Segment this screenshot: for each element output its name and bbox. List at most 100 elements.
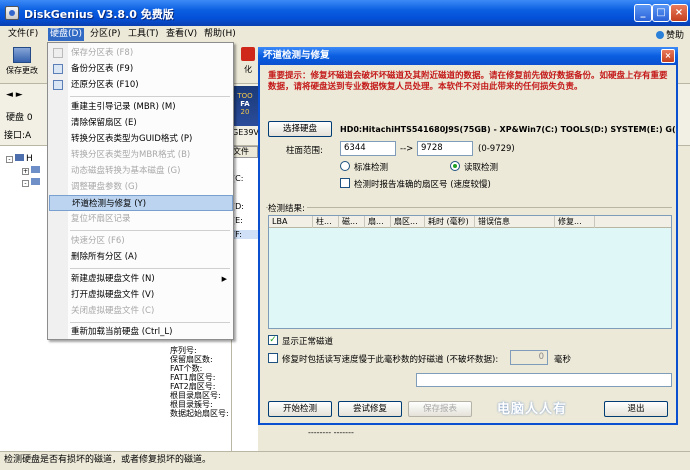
sponsor-label: 赞助 [665, 31, 684, 41]
info-label: 根目录扇区号: [170, 391, 221, 400]
select-disk-button[interactable]: 选择硬盘 [268, 121, 332, 137]
menu-item-label: 备份分区表 (F9) [71, 64, 134, 74]
try-repair-button[interactable]: 尝试修复 [338, 401, 402, 417]
menu-item-label: 重新加载当前硬盘 (Ctrl_L) [71, 327, 173, 337]
menu-item-convert-to-guid[interactable]: 转换分区表类型为GUID格式 (P) [49, 131, 233, 147]
tree-child[interactable]: - [22, 178, 42, 188]
menu-item-open-virtual-disk[interactable]: 打开虚拟硬盘文件 (V) [49, 287, 233, 303]
save-changes-button[interactable]: 保存更改 [2, 44, 42, 82]
col-error-info[interactable]: 错误信息 [475, 216, 555, 228]
menu-item-close-virtual-disk[interactable]: 关闭虚拟硬盘文件 (C) [49, 303, 233, 319]
format-tool-button[interactable]: 化 [236, 44, 260, 82]
dialog-title: 坏道检测与修复 [263, 50, 330, 61]
disk-nav-arrows[interactable]: ◄ ► [6, 90, 23, 100]
menu-item-adjust-disk-params[interactable]: 调整硬盘参数 (G) [49, 179, 233, 195]
standard-check-radio[interactable] [340, 161, 350, 171]
menu-disk[interactable]: 硬盘(D) [48, 28, 84, 41]
results-table[interactable]: LBA 柱... 磁... 扇... 扇区... 耗时 (毫秒) 错误信息 修复… [268, 215, 672, 329]
menu-item-label: 快速分区 (F6) [71, 236, 125, 246]
menu-item-label: 坏道检测与修复 (Y) [72, 199, 147, 209]
menu-item-dynamic-to-basic[interactable]: 动态磁盘转换为基本磁盘 (G) [49, 163, 233, 179]
col-sector-count[interactable]: 扇区... [391, 216, 425, 228]
minimize-button[interactable]: _ [634, 4, 652, 22]
tree-root[interactable]: -H [6, 154, 33, 164]
menu-item-bad-sector-check[interactable]: 坏道检测与修复 (Y) [49, 195, 233, 211]
main-titlebar[interactable]: DiskGenius V3.8.0 免费版 _ □ × [0, 0, 690, 26]
show-normal-checkbox[interactable]: ✓ [268, 335, 278, 345]
menu-item-label: 重建主引导记录 (MBR) (M) [71, 102, 176, 112]
show-normal-label: 显示正常磁道 [282, 337, 334, 347]
menu-item-label: 关闭虚拟硬盘文件 (C) [71, 306, 155, 316]
menu-help[interactable]: 帮助(H) [202, 28, 238, 41]
col-lba[interactable]: LBA [269, 216, 313, 228]
dialog-close-button[interactable]: × [661, 49, 675, 63]
menu-item-label: 打开虚拟硬盘文件 (V) [71, 290, 155, 300]
save-icon [53, 48, 63, 58]
menu-item-backup-partition-table[interactable]: 备份分区表 (F9) [49, 61, 233, 77]
tree-child[interactable]: + [22, 166, 42, 176]
menu-view[interactable]: 查看(V) [164, 28, 199, 41]
tree-root-label: H [26, 154, 33, 164]
submenu-arrow-icon: ▶ [221, 275, 227, 283]
menu-item-new-virtual-disk[interactable]: 新建虚拟硬盘文件 (N) ▶ [49, 271, 233, 287]
info-icon [655, 31, 664, 39]
menu-item-rebuild-mbr[interactable]: 重建主引导记录 (MBR) (M) [49, 99, 233, 115]
report-sector-label: 检测时报告准确的扇区号 (速度较慢) [354, 180, 491, 190]
partition-info: 序列号: 保留扇区数: FAT个数: FAT1扇区号: FAT2扇区号: 根目录… [170, 346, 260, 418]
menu-item-label: 动态磁盘转换为基本磁盘 (G) [71, 166, 181, 176]
menu-item-restore-partition-table[interactable]: 还原分区表 (F10) [49, 77, 233, 93]
ad-banner[interactable]: TOO FA 20 [232, 86, 258, 126]
partition-cell[interactable]: (F: [232, 230, 258, 239]
partition-icon [31, 178, 40, 185]
partition-cell[interactable]: (D: [232, 202, 258, 211]
results-label: 检测结果: [268, 202, 307, 214]
save-report-button[interactable]: 保存报表 [408, 401, 472, 417]
cylinder-from-input[interactable]: 6344 [340, 141, 396, 156]
sponsor-button[interactable]: 赞助 [655, 28, 684, 41]
start-check-button[interactable]: 开始检测 [268, 401, 332, 417]
menu-item-save-partition-table[interactable]: 保存分区表 (F8) [49, 45, 233, 61]
menu-item-reload-disk[interactable]: 重新加载当前硬盘 (Ctrl_L) [49, 324, 233, 340]
partition-cell[interactable]: (E: [232, 216, 258, 225]
col-time-ms[interactable]: 耗时 (毫秒) [425, 216, 475, 228]
report-sector-checkbox[interactable] [340, 178, 350, 188]
slow-ms-input[interactable]: 0 [510, 350, 548, 365]
read-check-radio[interactable] [450, 161, 460, 171]
menu-separator [70, 230, 230, 231]
info-label: 根目录簇号: [170, 400, 213, 409]
close-button[interactable]: × [670, 4, 688, 22]
menu-item-label: 复位坏扇区记录 [71, 214, 131, 224]
menu-item-label: 新建虚拟硬盘文件 (N) [71, 274, 155, 284]
menu-tools[interactable]: 工具(T) [126, 28, 161, 41]
menu-item-convert-to-mbr[interactable]: 转换分区表类型为MBR格式 (B) [49, 147, 233, 163]
menu-item-quick-partition[interactable]: 快速分区 (F6) [49, 233, 233, 249]
cylinder-to-input[interactable]: 9728 [417, 141, 473, 156]
dialog-titlebar[interactable]: 坏道检测与修复 [258, 47, 678, 65]
col-cylinder[interactable]: 柱... [313, 216, 339, 228]
harddisk-icon [15, 154, 24, 161]
range-hint: (0-9729) [478, 144, 515, 154]
partition-icon [31, 166, 40, 173]
app-icon [5, 6, 19, 20]
menu-item-delete-all-partitions[interactable]: 删除所有分区 (A) [49, 249, 233, 265]
col-head[interactable]: 磁... [339, 216, 365, 228]
menu-file[interactable]: 文件(F) [6, 28, 40, 41]
menubar: 文件(F) 硬盘(D) 分区(P) 工具(T) 查看(V) 帮助(H) 赞助 [0, 26, 690, 42]
format-icon [241, 47, 255, 61]
menu-item-label: 清除保留扇区 (E) [71, 118, 137, 128]
restore-icon [53, 80, 63, 90]
port-label: 接口:A [4, 131, 32, 141]
window-title: DiskGenius V3.8.0 免费版 [24, 8, 174, 21]
menu-item-clear-reserved-sectors[interactable]: 清除保留扇区 (E) [49, 115, 233, 131]
col-sector[interactable]: 扇... [365, 216, 391, 228]
partition-cell[interactable]: (C: [232, 174, 258, 183]
tab-files[interactable]: 文件 [232, 146, 258, 158]
maximize-button[interactable]: □ [652, 4, 670, 22]
repair-slow-checkbox[interactable] [268, 353, 278, 363]
col-repair[interactable]: 修复... [555, 216, 595, 228]
menu-partition[interactable]: 分区(P) [88, 28, 122, 41]
disk-info-text: HD0:HitachiHTS541680J9S(75GB) - XP&Win7(… [340, 125, 676, 134]
menu-item-reset-bad-sector-record[interactable]: 复位坏扇区记录 [49, 211, 233, 227]
menu-item-label: 转换分区表类型为GUID格式 (P) [71, 134, 193, 144]
exit-button[interactable]: 退出 [604, 401, 668, 417]
